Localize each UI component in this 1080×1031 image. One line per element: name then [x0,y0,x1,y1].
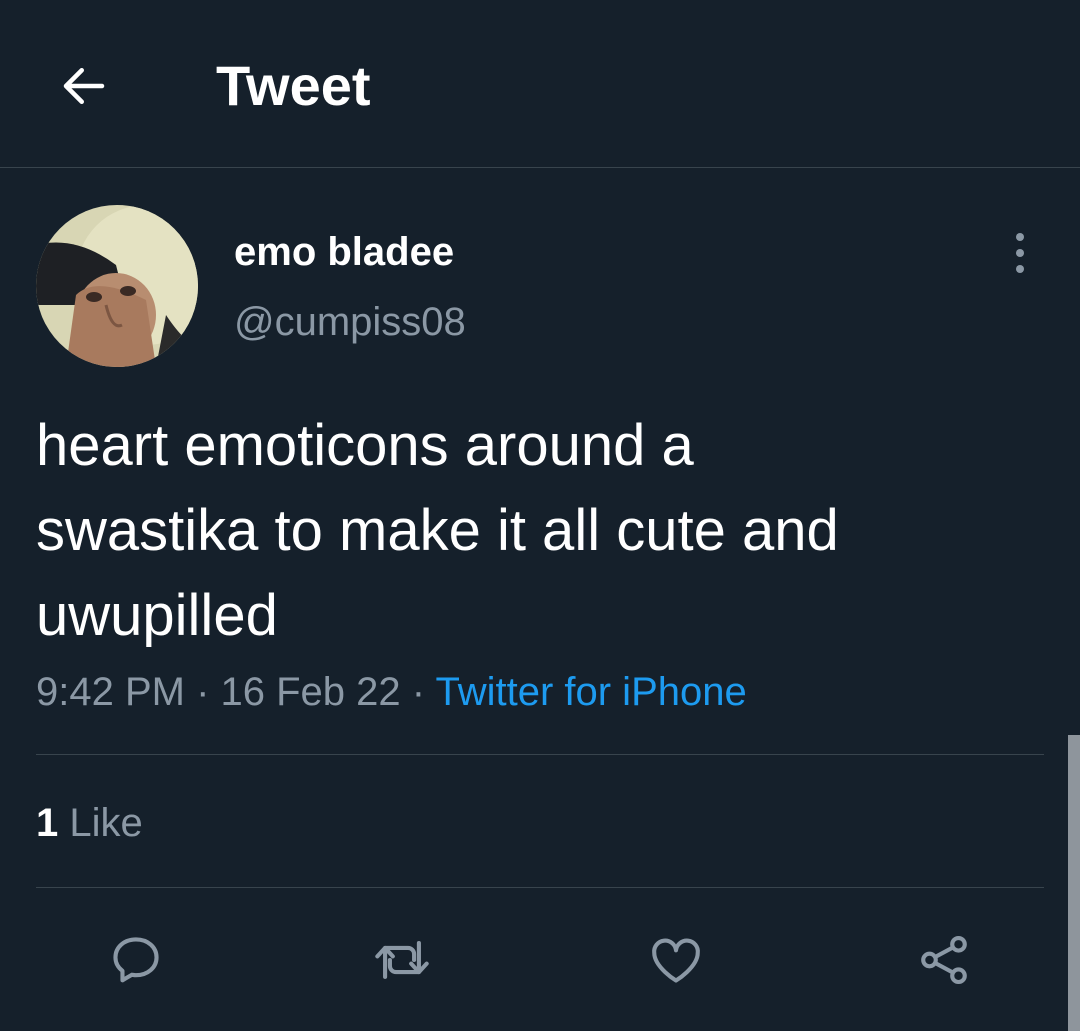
avatar[interactable] [36,205,198,367]
reply-button[interactable] [104,928,168,992]
retweet-button[interactable] [370,928,434,992]
reply-icon [113,937,159,983]
avatar-image [36,205,198,367]
divider [36,754,1044,755]
meta-separator: · [400,670,436,714]
tweet-text: heart emoticons around a swastika to mak… [36,413,839,648]
tweet-time: 9:42 PM [36,670,185,714]
divider [36,887,1044,888]
tweet-meta: 9:42 PM · 16 Feb 22 · Twitter for iPhone [36,664,747,720]
likes-count[interactable]: 1 Like [36,798,143,848]
author-display-name[interactable]: emo bladee [234,228,454,276]
scrollbar[interactable] [1068,735,1080,1031]
author-handle[interactable]: @cumpiss08 [234,298,466,346]
retweet-icon [375,941,429,979]
top-bar: Tweet [0,0,1080,168]
more-vertical-icon [1016,233,1024,273]
heart-icon [652,938,700,983]
share-button[interactable] [912,928,976,992]
page-title: Tweet [216,54,371,117]
tweet-source-link[interactable]: Twitter for iPhone [435,670,746,714]
like-button[interactable] [644,928,708,992]
share-icon [921,935,967,985]
likes-label: Like [69,801,143,845]
tweet-date: 16 Feb 22 [220,670,401,714]
likes-number: 1 [36,801,59,845]
more-options-button[interactable] [998,228,1042,278]
arrow-left-icon [63,68,105,104]
meta-separator: · [184,670,221,714]
back-button[interactable] [50,52,118,120]
